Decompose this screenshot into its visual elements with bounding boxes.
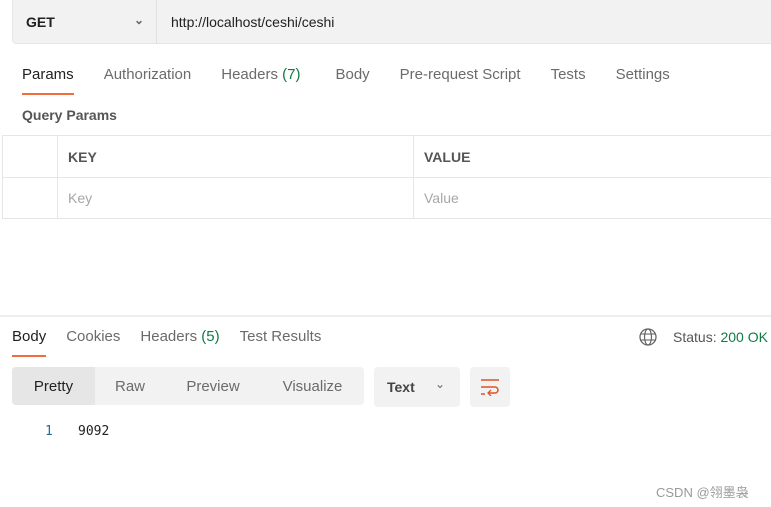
headers-count: (7): [282, 66, 301, 83]
key-input[interactable]: Key: [57, 177, 414, 219]
method-select[interactable]: GET ⌄: [13, 0, 157, 44]
chevron-down-icon: ⌄: [434, 377, 445, 391]
method-label: GET: [26, 14, 55, 30]
response-status: Status: 200 OK: [639, 328, 768, 346]
tab-label: Headers: [221, 66, 278, 83]
tab-body[interactable]: Body: [335, 66, 369, 95]
globe-icon[interactable]: [639, 328, 657, 346]
headers-count: (5): [201, 328, 220, 345]
status-label: Status:: [673, 329, 717, 345]
request-bar: GET ⌄ http://localhost/ceshi/ceshi: [12, 0, 771, 44]
watermark: CSDN @翎墨袅: [656, 485, 749, 500]
status-value: 200 OK: [720, 329, 768, 345]
row-checkbox: [2, 177, 58, 219]
tab-response-headers[interactable]: Headers (5): [140, 328, 219, 357]
tab-settings[interactable]: Settings: [616, 66, 670, 95]
query-params-title: Query Params: [22, 107, 117, 123]
wrap-lines-button[interactable]: [470, 367, 510, 407]
tab-response-body[interactable]: Body: [12, 328, 47, 357]
format-label: Text: [387, 379, 415, 395]
checkbox-col: [2, 135, 58, 178]
tab-test-results[interactable]: Test Results: [240, 328, 322, 357]
tab-authorization[interactable]: Authorization: [104, 66, 192, 95]
wrap-icon: [481, 379, 499, 396]
format-select[interactable]: Text ⌄: [374, 367, 460, 407]
preview-button[interactable]: Preview: [165, 367, 261, 405]
pretty-button[interactable]: Pretty: [12, 367, 95, 405]
tab-headers[interactable]: Headers (7): [221, 66, 300, 95]
tab-params[interactable]: Params: [22, 66, 74, 95]
response-tabs: Body Cookies Headers (5) Test Results: [12, 328, 321, 357]
key-header: KEY: [57, 135, 414, 178]
pane-divider[interactable]: [0, 315, 771, 317]
value-input[interactable]: Value: [413, 177, 771, 219]
visualize-button[interactable]: Visualize: [261, 367, 364, 405]
chevron-down-icon: ⌄: [133, 13, 144, 27]
url-input[interactable]: http://localhost/ceshi/ceshi: [157, 0, 334, 43]
params-table: KEY VALUE Key Value: [2, 135, 771, 219]
response-body-text[interactable]: 9092: [78, 424, 109, 439]
table-row: Key Value: [2, 177, 771, 219]
line-number: 1: [45, 424, 53, 439]
tab-label: Headers: [140, 328, 198, 345]
tab-pre-request-script[interactable]: Pre-request Script: [400, 66, 521, 95]
value-header: VALUE: [413, 135, 771, 178]
raw-button[interactable]: Raw: [95, 367, 165, 405]
view-mode-group: Pretty Raw Preview Visualize: [12, 367, 364, 405]
request-tabs: Params Authorization Headers (7) Body Pr…: [22, 66, 670, 95]
tab-cookies[interactable]: Cookies: [66, 328, 120, 357]
tab-tests[interactable]: Tests: [551, 66, 586, 95]
